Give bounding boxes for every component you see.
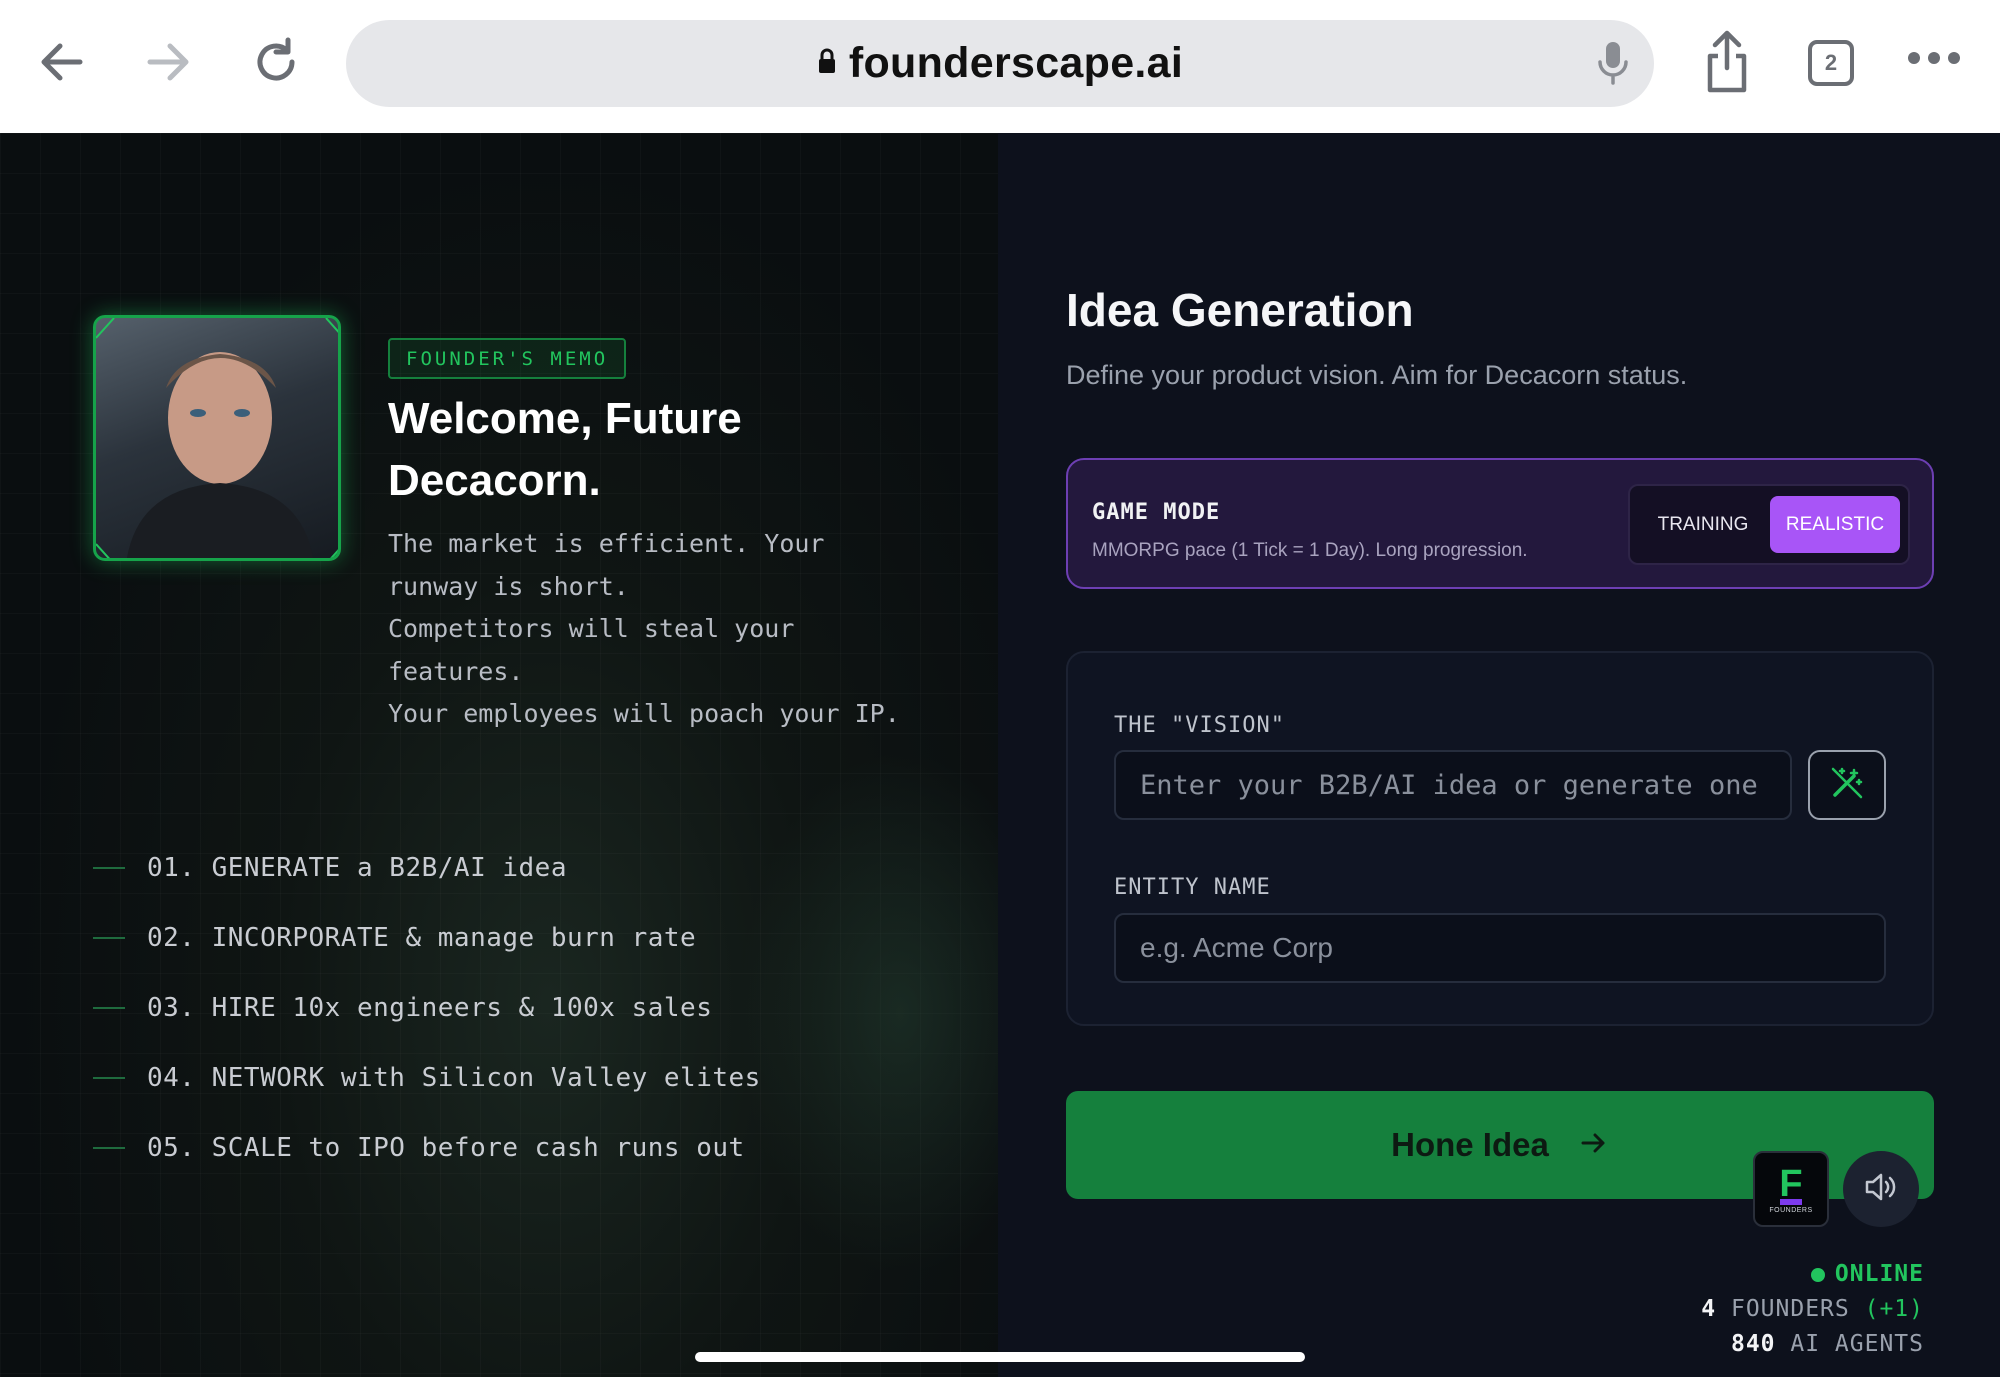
memo-body: The market is efficient. Your runway is … xyxy=(388,523,908,736)
founder-portrait xyxy=(93,315,341,561)
speaker-icon xyxy=(1864,1172,1898,1207)
idea-form: THE "VISION" ENTITY NAME xyxy=(1066,651,1934,1026)
status-dot-icon xyxy=(1810,1267,1825,1282)
generate-idea-button[interactable] xyxy=(1808,750,1886,820)
more-icon[interactable] xyxy=(1908,52,1960,64)
list-item: 02. INCORPORATE & manage burn rate xyxy=(93,903,761,973)
founders-count: 4 xyxy=(1701,1296,1717,1322)
founders-label: FOUNDERS xyxy=(1730,1296,1850,1322)
vision-input[interactable] xyxy=(1114,750,1792,820)
list-item: 03. HIRE 10x engineers & 100x sales xyxy=(93,973,761,1043)
logo-text: FOUNDERS xyxy=(1769,1206,1813,1214)
step-text: 02. INCORPORATE & manage burn rate xyxy=(147,923,697,953)
arrow-right-icon xyxy=(1579,1128,1609,1163)
step-text: 05. SCALE to IPO before cash runs out xyxy=(147,1133,745,1163)
entity-label: ENTITY NAME xyxy=(1114,875,1271,900)
mic-icon[interactable] xyxy=(1596,40,1630,91)
mode-option-realistic[interactable]: REALISTIC xyxy=(1770,496,1900,553)
game-mode-label: GAME MODE xyxy=(1092,500,1221,525)
list-item: 01. GENERATE a B2B/AI idea xyxy=(93,833,761,903)
online-label: ONLINE xyxy=(1834,1261,1924,1287)
magic-wand-icon xyxy=(1830,766,1864,805)
memo-line: Your employees will poach your IP. xyxy=(388,699,900,728)
welcome-title: Welcome, Future Decacorn. xyxy=(388,394,742,505)
server-status: ONLINE 4 FOUNDERS (+1) 840 AI AGENTS xyxy=(1701,1257,1924,1362)
steps-list: 01. GENERATE a B2B/AI idea 02. INCORPORA… xyxy=(93,833,761,1183)
step-text: 03. HIRE 10x engineers & 100x sales xyxy=(147,993,713,1023)
browser-toolbar: founderscape.ai 2 xyxy=(0,0,2000,133)
step-text: 01. GENERATE a B2B/AI idea xyxy=(147,853,567,883)
home-indicator[interactable] xyxy=(695,1352,1305,1362)
memo-line: Competitors will steal your features. xyxy=(388,614,795,686)
forward-icon[interactable] xyxy=(136,30,200,94)
game-mode-description: MMORPG pace (1 Tick = 1 Day). Long progr… xyxy=(1092,540,1528,561)
founder-memo-panel: FOUNDER'S MEMO Welcome, Future Decacorn.… xyxy=(0,133,998,1377)
lock-icon xyxy=(817,48,837,79)
vision-label: THE "VISION" xyxy=(1114,713,1285,738)
memo-line: The market is efficient. Your runway is … xyxy=(388,529,825,601)
sound-toggle-button[interactable] xyxy=(1843,1151,1919,1227)
list-item: 04. NETWORK with Silicon Valley elites xyxy=(93,1043,761,1113)
agents-label: AI AGENTS xyxy=(1790,1331,1924,1357)
page-subtitle: Define your product vision. Aim for Deca… xyxy=(1066,360,1688,390)
memo-badge: FOUNDER'S MEMO xyxy=(388,338,627,379)
back-icon[interactable] xyxy=(30,30,94,94)
tabs-icon[interactable]: 2 xyxy=(1808,40,1854,86)
game-mode-toggle: TRAINING REALISTIC xyxy=(1628,484,1910,565)
hone-idea-label: Hone Idea xyxy=(1391,1126,1549,1163)
founders-logo[interactable]: F FOUNDERS xyxy=(1753,1151,1829,1227)
url-text: founderscape.ai xyxy=(848,39,1184,87)
share-icon[interactable] xyxy=(1702,30,1752,99)
mode-option-training[interactable]: TRAINING xyxy=(1636,496,1770,553)
founders-delta: (+1) xyxy=(1864,1296,1924,1322)
idea-generation-panel: Idea Generation Define your product visi… xyxy=(998,133,2000,1377)
page-title: Idea Generation xyxy=(1066,284,1414,336)
agents-count: 840 xyxy=(1730,1331,1776,1357)
reload-icon[interactable] xyxy=(244,30,308,94)
list-item: 05. SCALE to IPO before cash runs out xyxy=(93,1113,761,1183)
game-mode-card: GAME MODE MMORPG pace (1 Tick = 1 Day). … xyxy=(1066,458,1934,589)
step-text: 04. NETWORK with Silicon Valley elites xyxy=(147,1063,761,1093)
entity-name-input[interactable] xyxy=(1114,913,1886,983)
address-bar[interactable]: founderscape.ai xyxy=(346,20,1654,107)
